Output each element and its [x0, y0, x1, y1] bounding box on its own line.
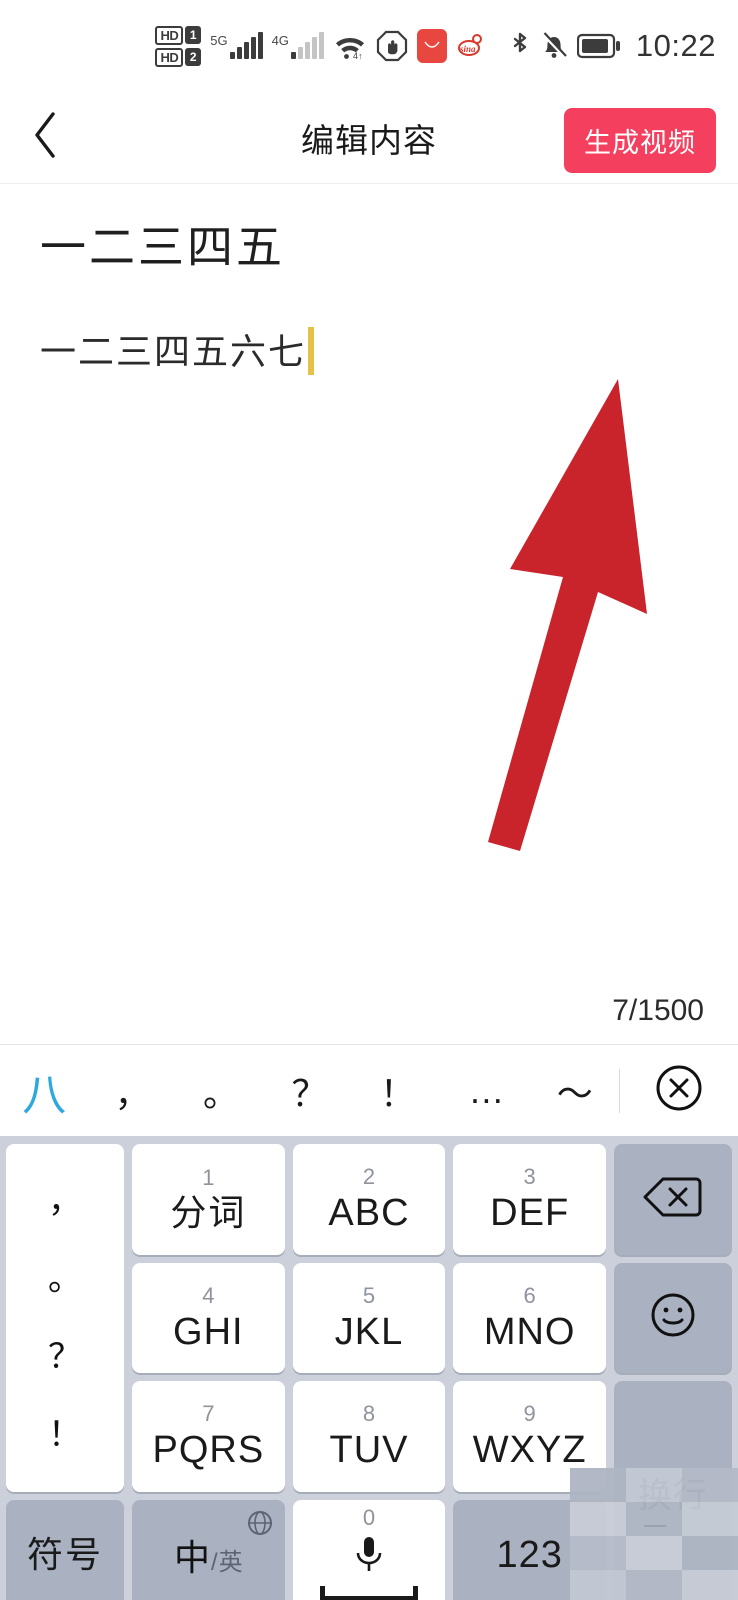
candidate-item[interactable]: … [442, 1070, 530, 1112]
key-main-label: TUV [329, 1429, 409, 1472]
microphone-icon[interactable] [352, 1535, 386, 1580]
key-9-wxyz[interactable]: 9 WXYZ [453, 1381, 606, 1492]
lang-slash: / [211, 1548, 218, 1576]
symbols-key[interactable]: 符号 [6, 1499, 124, 1600]
enter-key-label: 换行 [638, 1476, 708, 1515]
key-exclamation[interactable]: ！ [48, 1418, 82, 1452]
key-comma[interactable]: ， [48, 1184, 82, 1218]
back-button[interactable] [0, 92, 92, 184]
key-number-label: 3 [523, 1164, 536, 1190]
phone-screen: HD 1 HD 2 5G 4G 4↑ sina 10:22 编辑内容 生成视频 … [0, 0, 738, 1600]
key-main-label: GHI [173, 1310, 244, 1353]
hd-badge-sim2: HD [155, 47, 184, 67]
bluetooth-icon [509, 30, 531, 62]
key-8-tuv[interactable]: 8 TUV [292, 1381, 446, 1492]
character-counter: 7/1500 [612, 994, 704, 1027]
backspace-icon [642, 1175, 704, 1224]
key-number-label: 0 [362, 1505, 376, 1531]
key-main-label: PQRS [152, 1429, 265, 1472]
chevron-left-icon [31, 110, 61, 165]
numeric-key-label: 123 [496, 1533, 563, 1576]
key-2-abc[interactable]: 2 ABC [292, 1144, 446, 1255]
text-caret [308, 327, 315, 376]
key-number-label: 6 [523, 1282, 536, 1308]
backspace-key[interactable] [614, 1144, 732, 1255]
lang-chinese-label: 中 [173, 1536, 210, 1578]
wifi-icon: 4↑ [333, 32, 367, 60]
candidate-item[interactable]: ～ [531, 1065, 619, 1117]
ime-keyboard: ， 。 ？ ！ 1 分词 2 ABC 3 DEF 4 GHI 5 JKL 6 M… [0, 1136, 738, 1600]
sina-weibo-icon: sina [456, 32, 486, 61]
key-4-ghi[interactable]: 4 GHI [132, 1262, 285, 1373]
key-number-label: 2 [362, 1164, 376, 1190]
close-keyboard-button[interactable] [620, 1062, 738, 1119]
status-bar-clock: 10:22 [635, 28, 716, 63]
key-period[interactable]: 。 [48, 1262, 82, 1296]
key-number-label: 1 [202, 1165, 215, 1191]
language-toggle-key[interactable]: 中 / 英 [132, 1499, 285, 1600]
key-main-label: 分词 [170, 1192, 247, 1234]
symbols-key-label: 符号 [26, 1533, 103, 1575]
document-body-line[interactable]: 一二三四五六七 [40, 327, 698, 376]
network-type-4g: 4G [271, 33, 289, 48]
close-circle-icon [653, 1062, 705, 1119]
globe-icon[interactable] [247, 1510, 273, 1541]
battery-icon [576, 33, 621, 59]
emoji-smiley-icon [648, 1290, 698, 1345]
space-voice-key[interactable]: 0 [292, 1499, 446, 1600]
signal-bars-4g-icon [290, 32, 324, 59]
numeric-keypad-key[interactable]: 123 [453, 1499, 606, 1600]
key-punctuation-column[interactable]: ， 。 ？ ！ [6, 1144, 124, 1492]
bell-muted-icon [540, 31, 568, 61]
key-question[interactable]: ？ [48, 1340, 82, 1374]
candidate-item[interactable]: 八 [0, 1059, 88, 1123]
key-main-label: MNO [483, 1310, 576, 1353]
key-7-pqrs[interactable]: 7 PQRS [132, 1381, 285, 1492]
key-3-def[interactable]: 3 DEF [453, 1144, 606, 1255]
key-number-label: 5 [362, 1282, 376, 1308]
key-main-label: JKL [334, 1310, 404, 1353]
svg-text:sina: sina [459, 44, 476, 54]
lang-english-label: 英 [218, 1548, 243, 1576]
candidate-item[interactable]: ？ [265, 1065, 353, 1117]
emoji-key[interactable] [614, 1262, 732, 1373]
key-1-fenci[interactable]: 1 分词 [132, 1144, 285, 1255]
key-6-mno[interactable]: 6 MNO [453, 1262, 606, 1373]
network-type-5g: 5G [210, 33, 228, 48]
sim1-number: 1 [185, 26, 202, 44]
key-number-label: 8 [362, 1401, 376, 1427]
signal-5g-group: 5G [210, 32, 263, 59]
key-main-label: ABC [328, 1192, 410, 1235]
hd-badge-sim1: HD [155, 25, 184, 45]
enter-newline-key[interactable]: 换行 [614, 1381, 732, 1600]
key-main-label: WXYZ [472, 1429, 587, 1472]
candidate-item[interactable]: 。 [177, 1065, 265, 1117]
svg-text:4↑: 4↑ [353, 51, 363, 60]
generate-video-button[interactable]: 生成视频 [564, 108, 716, 173]
space-bar-glyph [319, 1586, 418, 1600]
do-not-disturb-icon [376, 30, 408, 62]
key-5-jkl[interactable]: 5 JKL [292, 1262, 446, 1373]
document-title-input[interactable]: 一二三四五 [40, 220, 698, 275]
dual-sim-hd-indicator: HD 1 HD 2 [155, 25, 202, 67]
candidate-item[interactable]: ， [88, 1065, 176, 1117]
key-number-label: 4 [202, 1282, 215, 1308]
key-number-label: 9 [523, 1401, 536, 1427]
candidate-item[interactable]: ！ [354, 1065, 442, 1117]
key-main-label: DEF [490, 1192, 570, 1235]
ime-candidate-bar: 八 ， 。 ？ ！ … ～ [0, 1044, 738, 1136]
app-header: 编辑内容 生成视频 [0, 92, 738, 184]
document-body-input[interactable]: 一二三四五六七 [40, 329, 306, 374]
language-toggle-label: 中 / 英 [174, 1529, 243, 1581]
signal-bars-5g-icon [229, 32, 263, 59]
sim2-number: 2 [185, 48, 202, 66]
content-editor[interactable]: 一二三四五 一二三四五六七 7/1500 [0, 184, 738, 1044]
red-arrow-annotation [488, 379, 647, 851]
huawei-app-icon [416, 29, 447, 63]
key-number-label: 7 [202, 1401, 215, 1427]
signal-4g-group: 4G [271, 32, 324, 59]
status-bar: HD 1 HD 2 5G 4G 4↑ sina 10:22 [0, 0, 738, 92]
